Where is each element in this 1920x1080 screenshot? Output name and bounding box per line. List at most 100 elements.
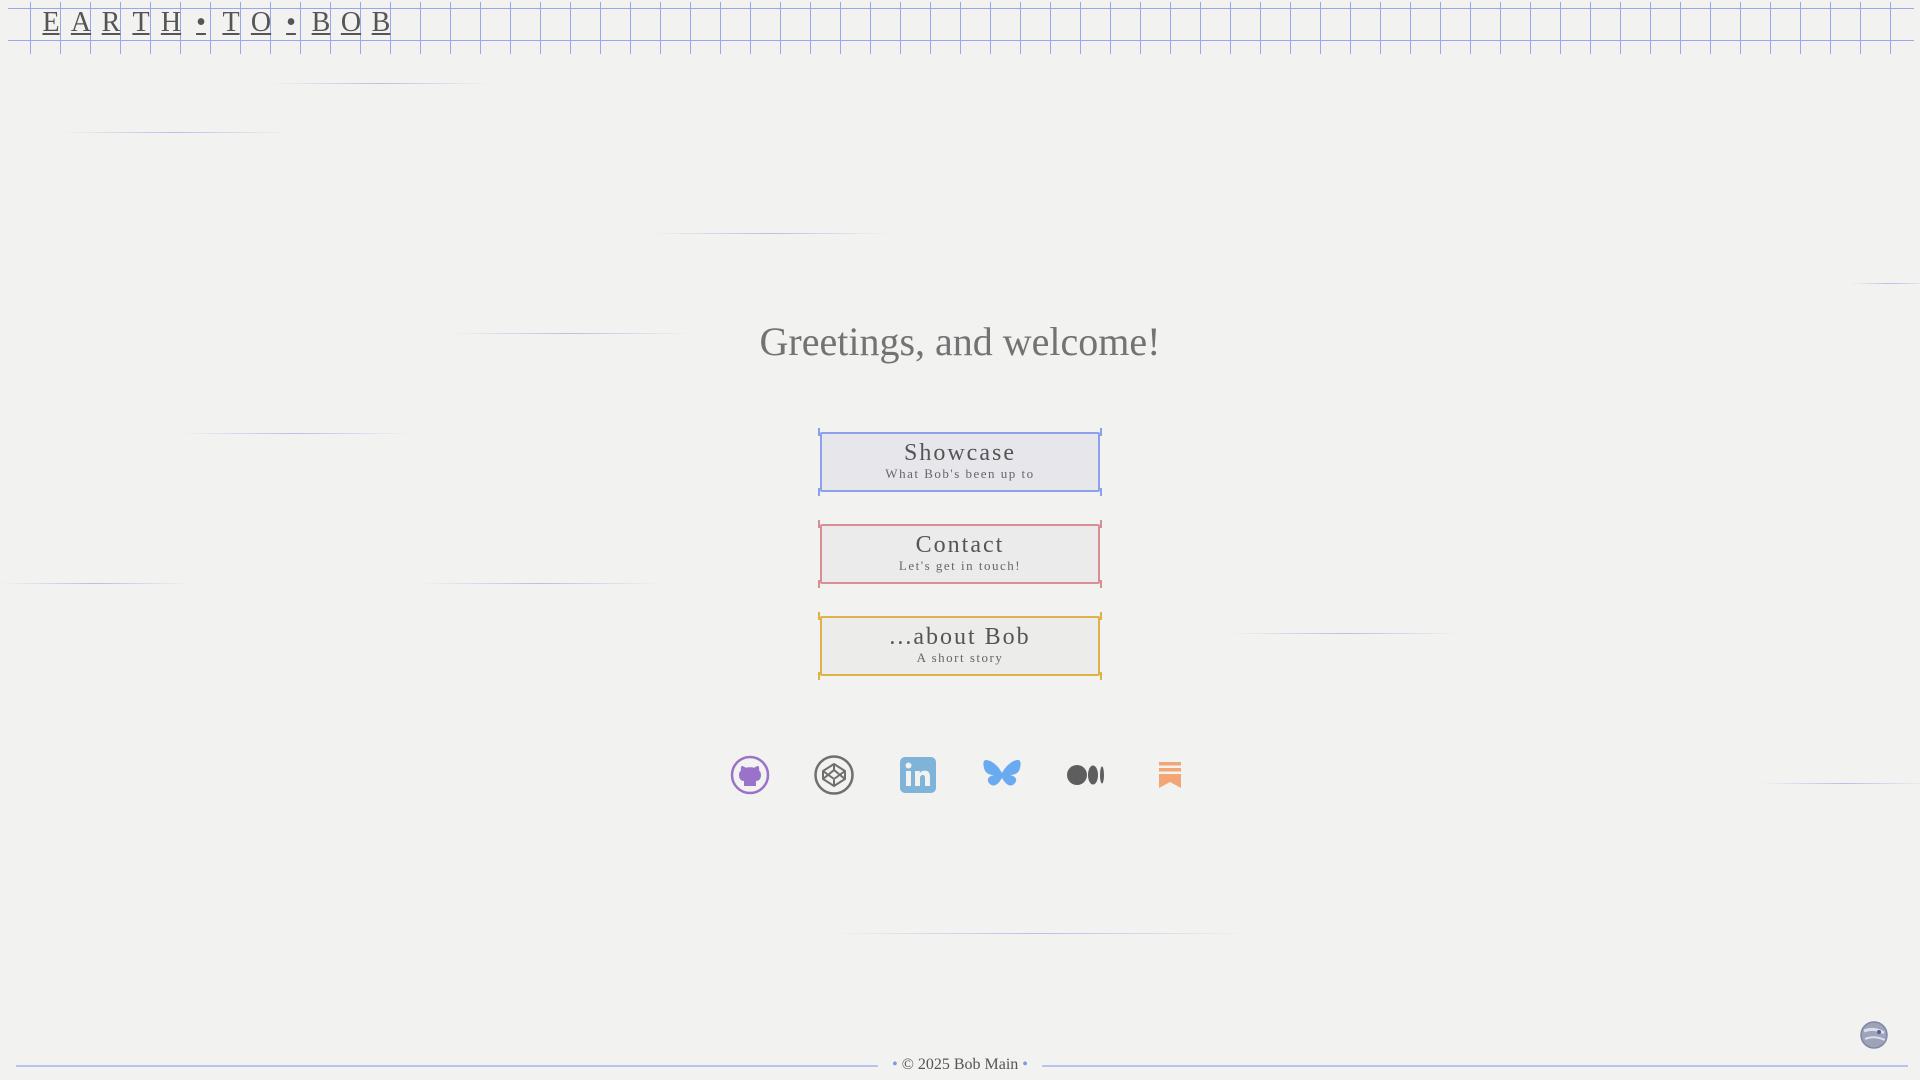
- bluesky-icon: [983, 760, 1021, 786]
- substack-icon: [1159, 762, 1181, 788]
- logo-letter: O: [340, 7, 362, 38]
- grid-line: [690, 2, 691, 54]
- logo-letter: R: [101, 7, 121, 38]
- codepen-icon: [814, 755, 854, 795]
- linkedin-icon: [900, 757, 936, 793]
- grid-line: [930, 2, 931, 54]
- grid-line: [1620, 2, 1621, 54]
- grid-line: [1800, 2, 1801, 54]
- decorative-streak: [1850, 283, 1920, 284]
- medium-link[interactable]: [1065, 754, 1107, 796]
- grid-line: [1380, 2, 1381, 54]
- frame-tick: [1100, 580, 1102, 588]
- grid-line: [1470, 2, 1471, 54]
- grid-line: [810, 2, 811, 54]
- grid-line: [450, 2, 451, 54]
- grid-line: [1200, 2, 1201, 54]
- grid-line: [1770, 2, 1771, 54]
- decorative-streak: [180, 433, 410, 434]
- logo-letter: T: [222, 7, 240, 38]
- grid-line: [1410, 2, 1411, 54]
- logo-letter: B: [371, 7, 391, 38]
- logo-letter: T: [132, 7, 150, 38]
- grid-line: [870, 2, 871, 54]
- substack-link[interactable]: [1149, 754, 1191, 796]
- medium-icon: [1067, 765, 1104, 785]
- grid-line: [1290, 2, 1291, 54]
- grid-line: [900, 2, 901, 54]
- logo-letter: A: [70, 7, 92, 38]
- theme-toggle-icon[interactable]: [1859, 1020, 1889, 1050]
- contact-button[interactable]: Contact Let's get in touch!: [818, 520, 1102, 588]
- frame-tick: [818, 580, 820, 588]
- grid-line: [1590, 2, 1591, 54]
- grid-line: [1230, 2, 1231, 54]
- grid-line: [510, 2, 511, 54]
- grid-line: [1830, 2, 1831, 54]
- grid-line: [1650, 2, 1651, 54]
- site-footer: • © 2025 Bob Main •: [0, 1054, 1920, 1078]
- contact-subtitle: Let's get in touch!: [898, 558, 1022, 573]
- decorative-streak: [650, 233, 890, 234]
- grid-line: [1530, 2, 1531, 54]
- logo-letter: H: [160, 7, 182, 38]
- frame-tick: [818, 672, 820, 680]
- site-header: E A R T H • T O • B O B: [8, 0, 1914, 56]
- grid-line: [1110, 2, 1111, 54]
- grid-line: [720, 2, 721, 54]
- footer-copyright: • © 2025 Bob Main •: [0, 1056, 1920, 1074]
- grid-line: [420, 2, 421, 54]
- frame-tick: [818, 488, 820, 496]
- decorative-streak: [420, 583, 660, 584]
- logo-letter: O: [250, 7, 272, 38]
- grid-line: [1050, 2, 1051, 54]
- decorative-streak: [60, 132, 290, 133]
- grid-line: [1500, 2, 1501, 54]
- grid-line: [540, 2, 541, 54]
- grid-line: [780, 2, 781, 54]
- copyright-text: © 2025 Bob Main: [901, 1056, 1019, 1073]
- decorative-streak: [270, 83, 490, 84]
- footer-bullet: •: [1022, 1056, 1028, 1073]
- grid-line: [750, 2, 751, 54]
- logo-bullet: •: [196, 7, 206, 38]
- grid-line: [1710, 2, 1711, 54]
- grid-line: [1440, 2, 1441, 54]
- grid-line: [1140, 2, 1141, 54]
- site-logo[interactable]: E A R T H • T O • B O B: [36, 4, 396, 42]
- bluesky-link[interactable]: [981, 754, 1023, 796]
- github-icon: [730, 755, 770, 795]
- frame-tick: [1100, 672, 1102, 680]
- decorative-streak: [1230, 633, 1460, 634]
- grid-line: [600, 2, 601, 54]
- decorative-streak: [830, 933, 1250, 934]
- grid-line: [570, 2, 571, 54]
- grid-line: [1350, 2, 1351, 54]
- grid-line: [1560, 2, 1561, 54]
- linkedin-link[interactable]: [897, 754, 939, 796]
- grid-line: [960, 2, 961, 54]
- showcase-button[interactable]: Showcase What Bob's been up to: [818, 428, 1102, 496]
- logo-letter: B: [311, 7, 331, 38]
- codepen-link[interactable]: [813, 754, 855, 796]
- logo-letter: E: [42, 7, 60, 38]
- about-button[interactable]: ...about Bob A short story: [818, 612, 1102, 680]
- grid-line: [660, 2, 661, 54]
- logo-bullet: •: [286, 7, 296, 38]
- grid-line: [990, 2, 991, 54]
- grid-line: [630, 2, 631, 54]
- footer-bullet: •: [892, 1056, 898, 1073]
- grid-line: [1740, 2, 1741, 54]
- frame-tick: [1100, 488, 1102, 496]
- decorative-streak: [0, 583, 190, 584]
- about-title: ...about Bob: [889, 624, 1031, 650]
- grid-line: [1890, 2, 1891, 54]
- grid-line: [1020, 2, 1021, 54]
- grid-line: [480, 2, 481, 54]
- grid-line: [840, 2, 841, 54]
- contact-title: Contact: [915, 532, 1005, 558]
- social-links: [0, 754, 1920, 796]
- page-greeting: Greetings, and welcome!: [759, 319, 1161, 364]
- github-link[interactable]: [729, 754, 771, 796]
- grid-line: [1080, 2, 1081, 54]
